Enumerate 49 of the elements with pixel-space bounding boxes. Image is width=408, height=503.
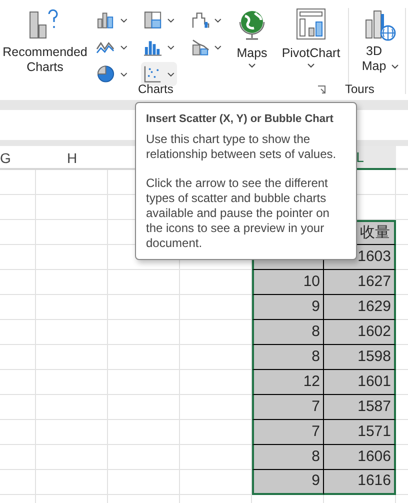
- table-cell: 8: [252, 445, 324, 470]
- table-cell: 1616: [324, 470, 396, 495]
- table-cell: 1629: [324, 295, 396, 320]
- table-cell: 7: [252, 420, 324, 445]
- chevron-down-icon: [166, 18, 175, 22]
- globe-icon: [237, 8, 267, 42]
- chevron-down-icon: [166, 44, 175, 50]
- table-cell: 8: [252, 320, 324, 345]
- treemap-icon: [143, 10, 163, 30]
- table-cell: 8: [252, 345, 324, 370]
- table-cell: 9: [252, 295, 324, 320]
- 3d-map-button[interactable]: 3D Map: [357, 8, 401, 74]
- maps-button[interactable]: Maps: [232, 8, 272, 68]
- chevron-down-icon: [307, 62, 315, 68]
- column-header[interactable]: G: [0, 146, 36, 170]
- group-label: Charts: [138, 81, 174, 98]
- table-cell: 1606: [324, 445, 396, 470]
- dialog-launcher-icon: [317, 85, 326, 94]
- chevron-down-icon: [120, 44, 128, 50]
- chevron-down-icon: [248, 62, 256, 68]
- table-cell: 1602: [324, 320, 396, 345]
- table-cell: 12: [252, 370, 324, 395]
- table-cell: 7: [252, 395, 324, 420]
- bar-chart-icon: [96, 10, 116, 30]
- chevron-down-icon: [214, 44, 222, 50]
- chart-type-button[interactable]: [141, 62, 177, 86]
- pie-chart-icon: [96, 64, 116, 84]
- column-header[interactable]: H: [36, 146, 108, 170]
- table-cell: 1587: [324, 395, 396, 420]
- table-cell: 1571: [324, 420, 396, 445]
- pivotchart-button[interactable]: PivotChart: [280, 8, 342, 68]
- group-label: Tours: [345, 81, 374, 98]
- waterfall-chart-icon: [190, 10, 210, 30]
- table-cell: 10: [252, 270, 324, 295]
- chevron-down-icon: [214, 18, 222, 22]
- 3d-map-label: 3D Map: [360, 44, 388, 74]
- pivot-chart-icon: [296, 8, 326, 42]
- chevron-down-icon: [120, 72, 128, 76]
- combo-chart-icon: [190, 37, 210, 57]
- table-cell: 1601: [324, 370, 396, 395]
- table-cell: 9: [252, 470, 324, 495]
- tooltip-title: Insert Scatter (X, Y) or Bubble Chart: [146, 112, 334, 127]
- table-cell: 1627: [324, 270, 396, 295]
- table-cell: 1598: [324, 345, 396, 370]
- chevron-down-icon: [120, 18, 128, 22]
- scatter-chart-icon: [143, 64, 163, 84]
- chevron-down-icon: [391, 64, 399, 69]
- chevron-down-icon: [166, 72, 175, 76]
- recommended-charts-button[interactable]: Recommended Charts: [0, 8, 90, 78]
